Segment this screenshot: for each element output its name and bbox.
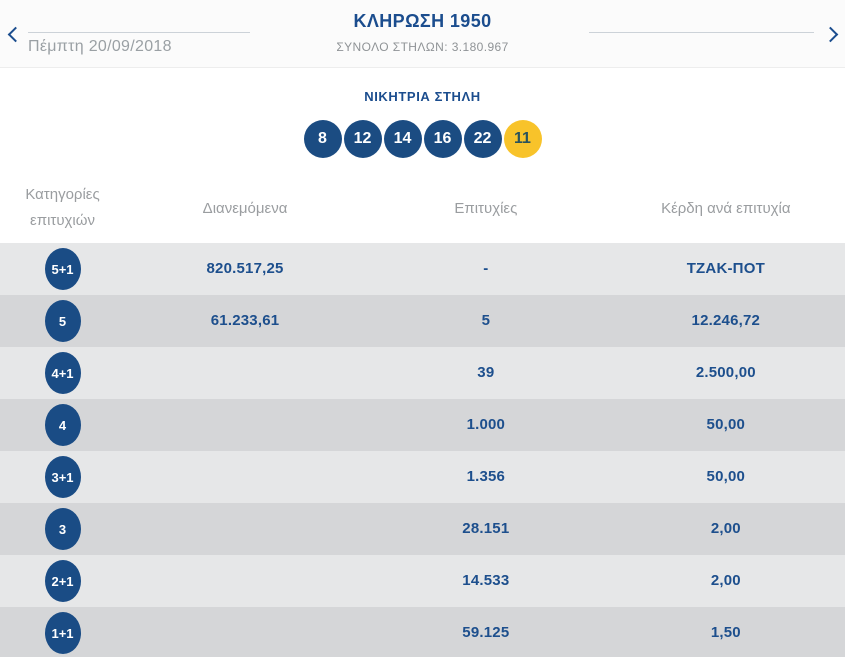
results-table-header: Κατηγορίες επιτυχιών Διανεμόμενα Επιτυχί…	[0, 159, 845, 243]
winning-column-section: ΝΙΚΗΤΡΙΑ ΣΤΗΛΗ 8 12 14 16 22 11	[0, 68, 845, 159]
payout-value: 12.246,72	[691, 312, 761, 329]
category-cell: 2+1	[0, 560, 125, 602]
wins-value: 1.356	[466, 468, 506, 485]
category-badge: 5	[44, 300, 81, 342]
wins-value: 14.533	[462, 572, 510, 589]
wins-cell: 5	[365, 312, 607, 330]
distributed-value: 61.233,61	[210, 312, 280, 329]
header-divider-right	[589, 32, 814, 33]
payout-value: ΤΖΑΚ-ΠΟΤ	[686, 260, 765, 277]
category-badge: 4+1	[44, 352, 81, 394]
winning-numbers: 8 12 14 16 22 11	[0, 119, 845, 159]
category-cell: 1+1	[0, 612, 125, 654]
table-row: 3+1 1.356 50,00	[0, 451, 845, 503]
total-columns-label: ΣΥΝΟΛΟ ΣΤΗΛΩΝ:	[336, 40, 448, 54]
distributed-cell: 61.233,61	[125, 312, 365, 330]
column-header-distributed: Διανεμόμενα	[202, 199, 288, 217]
payout-value: 50,00	[706, 416, 746, 433]
wins-value: 1.000	[466, 416, 506, 433]
wins-cell: 28.151	[365, 520, 607, 538]
wins-cell: 14.533	[365, 572, 607, 590]
results-table: Κατηγορίες επιτυχιών Διανεμόμενα Επιτυχί…	[0, 159, 845, 657]
category-cell: 5	[0, 300, 125, 342]
wins-value: 5	[481, 312, 491, 329]
payout-cell: 50,00	[607, 468, 845, 486]
category-badge: 5+1	[44, 248, 81, 290]
wins-cell: 59.125	[365, 624, 607, 642]
results-table-body: 5+1 820.517,25 - ΤΖΑΚ-ΠΟΤ 5 61.233,61 5 12.246,…	[0, 243, 845, 657]
total-columns: ΣΥΝΟΛΟ ΣΤΗΛΩΝ: 3.180.967	[0, 40, 845, 54]
table-row: 5+1 820.517,25 - ΤΖΑΚ-ΠΟΤ	[0, 243, 845, 295]
wins-value: 59.125	[462, 624, 510, 641]
column-header-categories: Κατηγορίες επιτυχιών	[25, 186, 100, 229]
wins-value: -	[483, 260, 489, 277]
category-badge: 2+1	[44, 560, 81, 602]
category-cell: 3+1	[0, 456, 125, 498]
header-divider-left	[28, 32, 250, 33]
draw-header: Πέμπτη 20/09/2018 ΚΛΗΡΩΣΗ 1950 ΣΥΝΟΛΟ ΣΤ…	[0, 0, 845, 68]
payout-cell: 50,00	[607, 416, 845, 434]
wins-value: 39	[477, 364, 495, 381]
table-row: 4 1.000 50,00	[0, 399, 845, 451]
payout-cell: 12.246,72	[607, 312, 845, 330]
draw-title: ΚΛΗΡΩΣΗ 1950	[353, 11, 492, 31]
table-row: 3 28.151 2,00	[0, 503, 845, 555]
winning-number-ball: 8	[303, 120, 342, 158]
wins-cell: 1.000	[365, 416, 607, 434]
category-badge: 3+1	[44, 456, 81, 498]
payout-cell: 2,00	[607, 520, 845, 538]
category-cell: 3	[0, 508, 125, 550]
joker-number-ball: 11	[503, 120, 542, 158]
chevron-right-icon	[822, 26, 838, 42]
payout-cell: 2.500,00	[607, 364, 845, 382]
category-badge: 1+1	[44, 612, 81, 654]
payout-value: 1,50	[710, 624, 741, 641]
winning-number-ball: 16	[423, 120, 462, 158]
distributed-cell: 820.517,25	[125, 260, 365, 278]
wins-cell: 1.356	[365, 468, 607, 486]
table-row: 4+1 39 2.500,00	[0, 347, 845, 399]
payout-cell: ΤΖΑΚ-ΠΟΤ	[607, 260, 845, 278]
payout-value: 2.500,00	[695, 364, 756, 381]
category-cell: 5+1	[0, 248, 125, 290]
table-row: 2+1 14.533 2,00	[0, 555, 845, 607]
winning-number-ball: 22	[463, 120, 502, 158]
payout-value: 2,00	[710, 572, 741, 589]
winning-number-ball: 14	[383, 120, 422, 158]
payout-cell: 1,50	[607, 624, 845, 642]
wins-cell: -	[365, 260, 607, 278]
table-row: 1+1 59.125 1,50	[0, 607, 845, 657]
wins-cell: 39	[365, 364, 607, 382]
payout-cell: 2,00	[607, 572, 845, 590]
column-header-wins: Επιτυχίες	[454, 199, 518, 217]
wins-value: 28.151	[462, 520, 510, 537]
next-draw-button[interactable]	[817, 22, 843, 48]
category-cell: 4	[0, 404, 125, 446]
winning-column-title: ΝΙΚΗΤΡΙΑ ΣΤΗΛΗ	[364, 89, 481, 104]
category-cell: 4+1	[0, 352, 125, 394]
table-row: 5 61.233,61 5 12.246,72	[0, 295, 845, 347]
payout-value: 50,00	[706, 468, 746, 485]
payout-value: 2,00	[710, 520, 741, 537]
category-badge: 4	[44, 404, 81, 446]
total-columns-value: 3.180.967	[451, 40, 509, 54]
distributed-value: 820.517,25	[206, 260, 284, 277]
category-badge: 3	[44, 508, 81, 550]
winning-number-ball: 12	[343, 120, 382, 158]
column-header-payout: Κέρδη ανά επιτυχία	[661, 199, 791, 217]
